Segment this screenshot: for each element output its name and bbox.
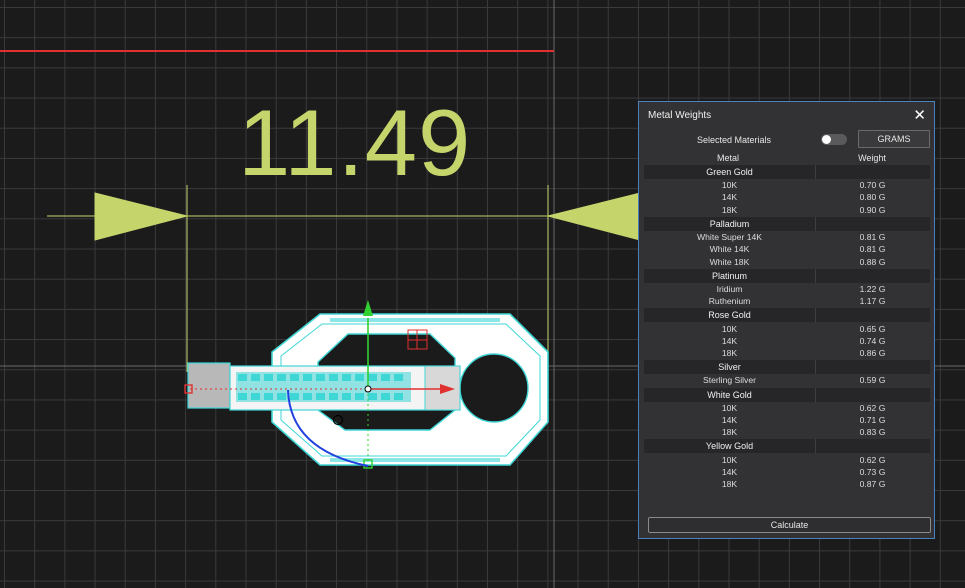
- group-divider: [815, 165, 816, 179]
- row-metal: 18K: [721, 427, 738, 438]
- group-divider: [815, 439, 816, 454]
- group-header[interactable]: White Gold: [644, 387, 930, 402]
- group-name: Rose Gold: [708, 310, 751, 321]
- table-row[interactable]: 18K 0.83 G: [644, 426, 930, 438]
- group-name: Silver: [718, 362, 741, 373]
- table-row[interactable]: 14K 0.73 G: [644, 466, 930, 478]
- row-metal: 10K: [721, 454, 738, 465]
- row-weight: 0.62 G: [859, 402, 886, 413]
- group-name: Palladium: [709, 218, 750, 229]
- row-weight: 0.59 G: [859, 375, 886, 386]
- row-weight: 0.70 G: [859, 180, 886, 191]
- table-row[interactable]: 14K 0.80 G: [644, 191, 930, 203]
- group-name: Platinum: [711, 270, 747, 281]
- group-header[interactable]: Yellow Gold: [644, 439, 930, 454]
- row-weight: 0.65 G: [859, 323, 886, 334]
- table-row[interactable]: Iridium 1.22 G: [644, 283, 930, 295]
- row-metal: White 18K: [709, 256, 750, 267]
- y-arrow-handle[interactable]: [363, 300, 373, 316]
- row-weight: 0.73 G: [859, 466, 886, 477]
- table-row[interactable]: Sterling Silver 0.59 G: [644, 374, 930, 386]
- group-name: Green Gold: [706, 167, 753, 177]
- table-row[interactable]: 18K 0.90 G: [644, 204, 930, 216]
- row-weight: 0.81 G: [859, 232, 886, 243]
- row-weight: 0.88 G: [859, 256, 886, 267]
- row-metal: 10K: [721, 180, 738, 191]
- row-weight: 0.83 G: [859, 427, 886, 438]
- units-button[interactable]: GRAMS: [858, 130, 930, 148]
- selected-materials-row: Selected Materials GRAMS: [639, 128, 934, 152]
- row-weight: 0.81 G: [859, 244, 886, 255]
- table-row[interactable]: 10K 0.65 G: [644, 322, 930, 334]
- table-row[interactable]: Ruthenium 1.17 G: [644, 295, 930, 307]
- group-header[interactable]: Green Gold: [644, 165, 930, 179]
- row-weight: 0.90 G: [859, 204, 886, 215]
- group-name: White Gold: [707, 389, 752, 400]
- row-weight: 0.80 G: [859, 192, 886, 203]
- row-weight: 0.62 G: [859, 454, 886, 465]
- table-row[interactable]: 10K 0.62 G: [644, 453, 930, 465]
- group-header[interactable]: Palladium: [644, 216, 930, 231]
- row-metal: Ruthenium: [708, 296, 751, 307]
- selected-materials-toggle[interactable]: [821, 134, 847, 145]
- table-row[interactable]: White Super 14K 0.81 G: [644, 231, 930, 243]
- dimension-arrow-right: [547, 192, 641, 241]
- row-metal: White 14K: [709, 244, 750, 255]
- row-metal: 14K: [721, 192, 738, 203]
- table-row[interactable]: 14K 0.74 G: [644, 335, 930, 347]
- weights-table: Green Gold 10K 0.70 G 14K 0.80 G 18K 0.90 G Pal…: [639, 165, 934, 490]
- group-divider: [815, 216, 816, 231]
- table-row[interactable]: 10K 0.62 G: [644, 402, 930, 414]
- selected-materials-label: Selected Materials: [697, 135, 772, 145]
- group-divider: [815, 360, 816, 375]
- row-metal: 14K: [721, 415, 738, 425]
- group-divider: [815, 308, 816, 323]
- row-weight: 0.87 G: [859, 479, 886, 490]
- group-header[interactable]: Platinum: [644, 268, 930, 283]
- row-metal: 14K: [721, 466, 738, 477]
- table-row[interactable]: 18K 0.86 G: [644, 347, 930, 359]
- group-header[interactable]: Rose Gold: [644, 308, 930, 323]
- row-metal: 18K: [721, 479, 738, 490]
- calculate-button[interactable]: Calculate: [648, 517, 931, 533]
- row-weight: 1.22 G: [859, 283, 886, 294]
- group-name: Yellow Gold: [705, 441, 754, 452]
- panel-title: Metal Weights: [648, 109, 712, 121]
- row-metal: 10K: [721, 402, 738, 413]
- metal-weights-panel: Metal Weights ✕ Selected Materials GRAMS…: [638, 101, 935, 539]
- row-weight: 0.86 G: [859, 348, 886, 359]
- table-row[interactable]: White 18K 0.88 G: [644, 255, 930, 267]
- table-row[interactable]: 14K 0.71 G: [644, 414, 930, 426]
- column-header-metal: Metal: [716, 153, 739, 163]
- row-metal: 18K: [721, 204, 738, 215]
- table-row[interactable]: 18K 0.87 G: [644, 478, 930, 490]
- column-header-weight: Weight: [858, 153, 886, 163]
- dimension-arrow-left: [94, 192, 188, 241]
- toggle-knob: [822, 135, 831, 144]
- row-metal: Iridium: [716, 283, 743, 294]
- gizmo-center[interactable]: [364, 385, 372, 393]
- panel-header: Metal Weights ✕: [639, 102, 934, 128]
- row-metal: 10K: [721, 323, 738, 334]
- group-divider: [815, 387, 816, 402]
- row-metal: 14K: [721, 335, 738, 346]
- column-headers: Metal Weight: [639, 152, 934, 164]
- row-metal: White Super 14K: [697, 232, 762, 243]
- row-weight: 1.17 G: [859, 296, 886, 307]
- close-icon[interactable]: ✕: [913, 108, 926, 123]
- group-divider: [815, 268, 816, 283]
- row-weight: 0.74 G: [859, 335, 886, 346]
- row-metal: 18K: [721, 348, 738, 359]
- dimension-value: 11.49: [238, 90, 472, 195]
- table-row[interactable]: 10K 0.70 G: [644, 179, 930, 191]
- group-header[interactable]: Silver: [644, 360, 930, 375]
- row-weight: 0.71 G: [859, 415, 886, 425]
- table-row[interactable]: White 14K 0.81 G: [644, 243, 930, 255]
- row-metal: Sterling Silver: [702, 375, 756, 386]
